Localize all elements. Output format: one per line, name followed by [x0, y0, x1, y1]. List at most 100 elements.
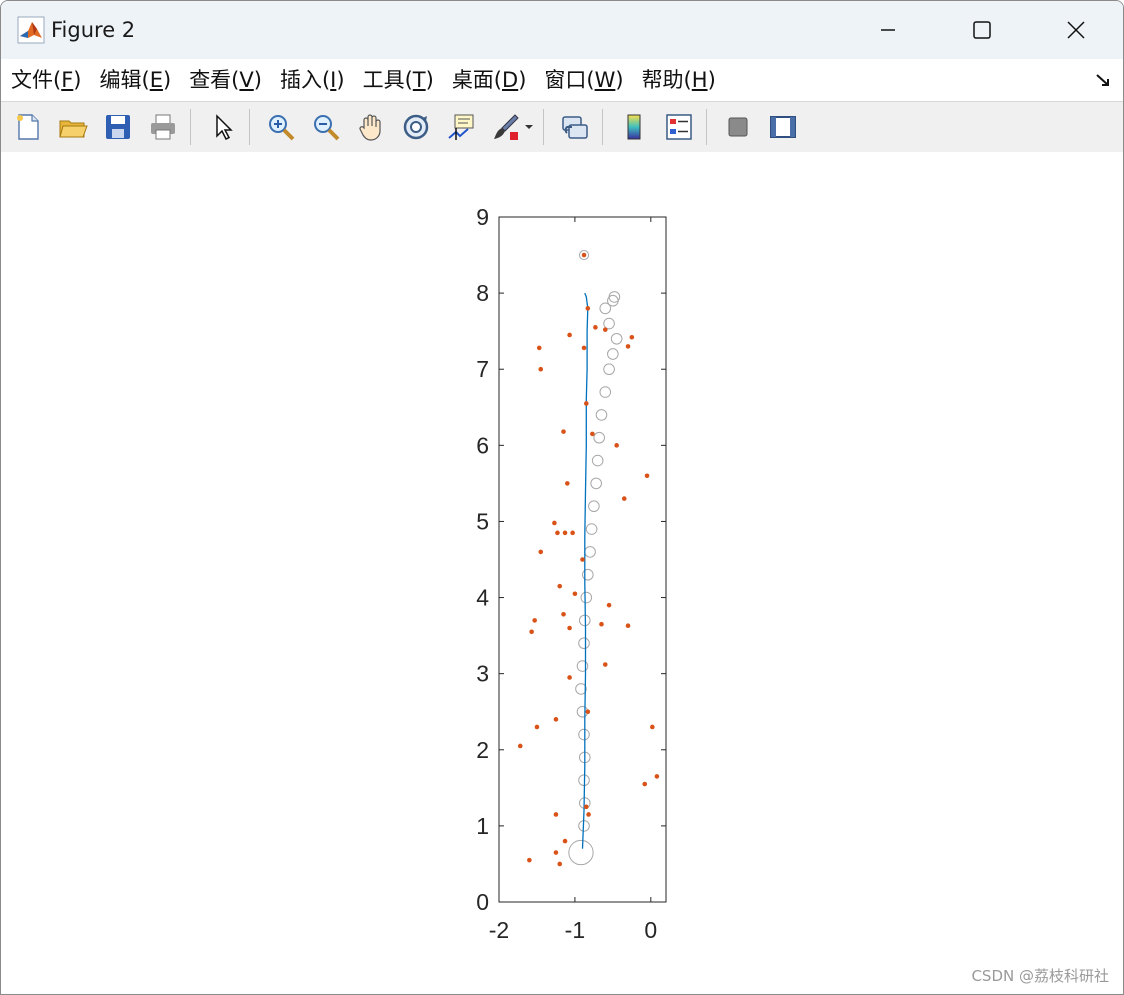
landmark-point: [585, 306, 591, 311]
pointer-button[interactable]: [204, 109, 240, 145]
link-plot-icon: [562, 116, 588, 139]
new-figure-button[interactable]: [10, 109, 46, 145]
brush-button[interactable]: [488, 109, 524, 145]
landmark-point: [581, 252, 587, 258]
figure-canvas[interactable]: 0 1 2 3 4 5 6 7 8 9 -2 -1 0 CSDN @荔枝科研社: [1, 152, 1123, 994]
rotate-3d-button[interactable]: [398, 109, 434, 145]
landmark-point: [557, 861, 563, 867]
y-tick-label: 7: [476, 356, 489, 382]
landmark-point: [553, 850, 559, 855]
landmark-point: [625, 623, 631, 629]
zoom-in-icon: [269, 115, 295, 141]
hide-plot-tools-button[interactable]: [720, 109, 756, 145]
open-file-button[interactable]: [55, 109, 91, 145]
pan-button[interactable]: [353, 109, 389, 145]
legend-icon: [666, 114, 692, 140]
landmark-point: [590, 431, 595, 437]
landmark-point: [583, 401, 589, 406]
rotate-3d-icon: [403, 114, 429, 140]
close-button[interactable]: [1029, 1, 1123, 59]
show-plot-tools-button[interactable]: [765, 109, 801, 145]
pan-hand-icon: [359, 114, 381, 141]
landmark-point: [583, 804, 589, 810]
landmark-point: [567, 625, 572, 631]
pointer-icon: [216, 114, 233, 141]
minimize-icon: [881, 29, 895, 31]
menu-insert[interactable]: 插入(I): [272, 59, 353, 101]
link-plot-button[interactable]: [557, 109, 593, 145]
maximize-button[interactable]: [935, 1, 1029, 59]
landmark-point: [629, 334, 635, 340]
brush-dropdown-button[interactable]: [524, 109, 534, 145]
menu-tools[interactable]: 工具(T): [355, 59, 442, 101]
landmark-point: [614, 443, 619, 448]
save-icon: [106, 115, 130, 139]
zoom-out-button[interactable]: [308, 109, 344, 145]
y-tick-label: 2: [476, 737, 489, 763]
zoom-in-button[interactable]: [263, 109, 299, 145]
landmark-point: [538, 549, 544, 555]
landmark-point: [606, 602, 612, 608]
zoom-out-icon: [314, 115, 340, 141]
figure-toolbar: [1, 101, 1123, 153]
menu-help[interactable]: 帮助(H): [634, 59, 724, 101]
insert-legend-button[interactable]: [661, 109, 697, 145]
data-cursor-button[interactable]: [443, 109, 479, 145]
menu-file[interactable]: 文件(F): [3, 59, 90, 101]
title-bar[interactable]: Figure 2: [1, 1, 1123, 59]
menu-desktop[interactable]: 桌面(D): [444, 59, 535, 101]
menu-window[interactable]: 窗口(W): [536, 59, 631, 101]
landmark-point: [581, 345, 587, 351]
y-tick-label: 1: [476, 813, 489, 839]
brush-icon: [494, 114, 519, 140]
open-file-icon: [59, 120, 88, 138]
toolbar-separator: [602, 109, 603, 145]
maximize-icon: [973, 21, 991, 39]
watermark: CSDN @荔枝科研社: [971, 967, 1109, 985]
toolbar-separator: [706, 109, 707, 145]
landmark-point: [602, 327, 608, 332]
y-tick-label: 0: [476, 889, 489, 915]
data-cursor-icon: [448, 114, 474, 140]
toolbar-separator: [249, 109, 250, 145]
window-title: Figure 2: [51, 18, 136, 42]
insert-colorbar-button[interactable]: [616, 109, 652, 145]
print-button[interactable]: [145, 109, 181, 145]
landmark-point: [565, 481, 570, 486]
landmark-point: [602, 662, 608, 667]
new-figure-icon: [17, 114, 39, 140]
landmark-point: [527, 857, 532, 863]
matlab-logo-icon: [17, 16, 45, 44]
window-controls: [841, 1, 1123, 59]
menu-bar: 文件(F) 编辑(E) 查看(V) 插入(I) 工具(T) 桌面(D) 窗口(W…: [1, 59, 1123, 101]
landmark-point: [536, 345, 542, 351]
figure-window: Figure 2 文件(F) 编辑(E) 查看(V) 插入(I) 工具(T) 桌…: [0, 0, 1124, 995]
menu-edit[interactable]: 编辑(E): [92, 59, 180, 101]
y-tick-label: 4: [476, 585, 489, 611]
landmark-point: [580, 557, 585, 562]
x-tick-label: 0: [644, 917, 657, 943]
minimize-button[interactable]: [841, 1, 935, 59]
y-tick-label: 5: [476, 508, 489, 534]
landmark-point: [555, 530, 560, 536]
landmark-point: [567, 675, 572, 680]
landmark-point: [517, 743, 523, 749]
save-button[interactable]: [100, 109, 136, 145]
landmark-point: [553, 717, 559, 722]
landmark-point: [644, 473, 650, 479]
x-tick-label: -2: [489, 917, 509, 943]
landmark-point: [621, 496, 627, 501]
landmark-point: [650, 724, 655, 730]
colorbar-icon: [627, 114, 641, 140]
landmark-point: [532, 618, 537, 623]
toolbar-separator: [190, 109, 191, 145]
landmark-point: [593, 325, 598, 330]
landmark-point: [557, 583, 563, 589]
dock-arrow-icon[interactable]: [1093, 69, 1113, 89]
landmark-point: [567, 332, 572, 338]
plot-area[interactable]: 0 1 2 3 4 5 6 7 8 9 -2 -1 0: [1, 152, 1123, 994]
landmark-point: [562, 530, 568, 536]
menu-view[interactable]: 查看(V): [181, 59, 270, 101]
toolbar-separator: [543, 109, 544, 145]
y-tick-label: 8: [476, 280, 489, 306]
